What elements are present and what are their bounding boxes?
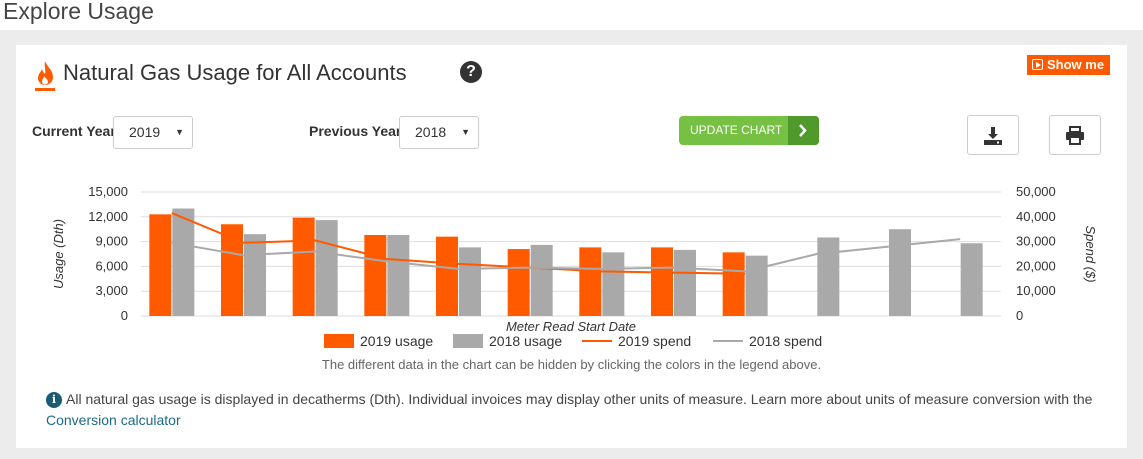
previous-year-select[interactable]: 2018 ▼	[399, 116, 479, 149]
show-me-button[interactable]: Show me	[1027, 55, 1111, 75]
bar	[651, 247, 673, 316]
page-title: Explore Usage	[3, 0, 154, 24]
y2-tick-label: 40,000	[1016, 209, 1056, 224]
card-header: Natural Gas Usage for All Accounts ? Sho…	[16, 45, 1127, 105]
bar	[745, 255, 768, 316]
y2-tick-label: 0	[1016, 308, 1023, 323]
question-circle-icon[interactable]: ?	[460, 61, 482, 83]
legend-item[interactable]: 2018 usage	[489, 333, 562, 349]
bar	[507, 249, 530, 316]
update-chart-label: UPDATE CHART	[690, 123, 783, 137]
x-axis-title: Meter Read Start Date	[506, 319, 636, 334]
y2-tick-label: 10,000	[1016, 283, 1056, 298]
previous-year-label: Previous Year	[309, 123, 402, 139]
y-tick-label: 0	[121, 308, 128, 323]
y-tick-label: 6,000	[95, 258, 128, 273]
bar	[960, 243, 983, 316]
chart-title: Natural Gas Usage for All Accounts	[63, 60, 407, 85]
y2-tick-label: 30,000	[1016, 234, 1056, 249]
bar	[387, 234, 410, 316]
legend-swatch	[324, 334, 354, 348]
legend-item[interactable]: 2019 usage	[360, 333, 433, 349]
usage-card: Natural Gas Usage for All Accounts ? Sho…	[16, 45, 1127, 448]
y-tick-label: 12,000	[88, 209, 128, 224]
download-icon	[984, 127, 1002, 145]
info-text: i All natural gas usage is displayed in d…	[46, 389, 1106, 431]
info-message: All natural gas usage is displayed in de…	[66, 391, 1093, 407]
bar	[530, 244, 553, 316]
bar	[674, 249, 696, 316]
chevron-down-icon: ▼	[175, 127, 184, 137]
bar	[459, 247, 481, 316]
bar	[149, 214, 172, 316]
bar	[602, 252, 625, 316]
y-tick-label: 9,000	[95, 234, 128, 249]
bar	[315, 220, 338, 316]
bar	[172, 208, 195, 316]
current-year-value: 2019	[129, 124, 161, 140]
update-chart-button[interactable]: UPDATE CHART	[679, 116, 819, 145]
print-icon	[1066, 126, 1084, 145]
y2-tick-label: 50,000	[1016, 185, 1056, 199]
bar	[722, 252, 745, 316]
conversion-calculator-link[interactable]: Conversion calculator	[46, 412, 181, 428]
y-tick-label: 15,000	[88, 185, 128, 199]
play-icon	[1032, 59, 1043, 70]
info-icon: i	[46, 392, 62, 408]
legend-item[interactable]: 2018 spend	[749, 333, 822, 349]
flame-icon	[35, 61, 55, 91]
legend-item[interactable]: 2019 spend	[618, 333, 691, 349]
legend-swatch	[453, 334, 483, 348]
y2-axis-title: Spend ($)	[1083, 225, 1098, 282]
bar	[364, 234, 387, 316]
current-year-select[interactable]: 2019 ▼	[113, 116, 193, 149]
chevron-right-icon	[788, 116, 819, 145]
current-year-label: Current Year	[32, 123, 116, 139]
chevron-down-icon: ▼	[461, 127, 470, 137]
bar	[889, 229, 911, 316]
bar	[817, 237, 840, 316]
previous-year-value: 2018	[415, 124, 447, 140]
y2-tick-label: 20,000	[1016, 258, 1056, 273]
bar	[579, 247, 602, 316]
chart-note: The different data in the chart can be h…	[321, 357, 822, 372]
bar	[244, 234, 266, 316]
usage-chart: 15,000 50,000 12,000 40,000 9,000 30,000 6,000…	[51, 185, 1098, 349]
download-button[interactable]	[967, 115, 1019, 155]
bar	[436, 236, 458, 316]
print-button[interactable]	[1049, 115, 1101, 155]
y-axis-title: Usage (Dth)	[51, 219, 66, 289]
explore-usage-panel: Natural Gas Usage for All Accounts ? Sho…	[0, 30, 1143, 459]
bar	[292, 217, 315, 316]
y-tick-label: 3,000	[95, 283, 128, 298]
show-me-label: Show me	[1047, 57, 1105, 72]
